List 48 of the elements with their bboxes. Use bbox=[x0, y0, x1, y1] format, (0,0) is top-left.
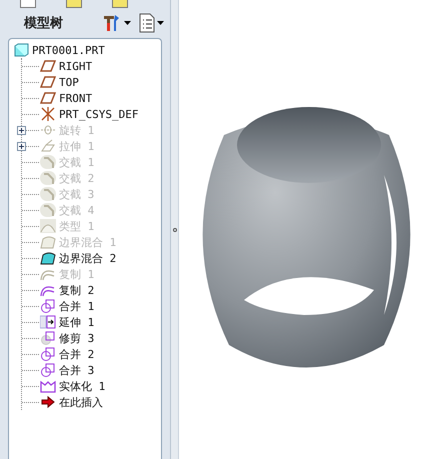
caret-icon bbox=[157, 21, 164, 25]
datum-plane-icon bbox=[40, 91, 56, 105]
extend-icon bbox=[40, 315, 56, 329]
surface-icon bbox=[40, 219, 56, 233]
merge-icon bbox=[40, 347, 56, 361]
tree-item[interactable]: 修剪 3 bbox=[40, 330, 94, 346]
merge-icon bbox=[40, 299, 56, 313]
expand-plus-icon[interactable] bbox=[17, 142, 26, 151]
tree-item[interactable]: PRT0001.PRT bbox=[13, 42, 161, 58]
extrude-icon bbox=[40, 139, 56, 153]
datum-plane-icon bbox=[40, 75, 56, 89]
panel-title: 模型树 bbox=[24, 15, 63, 32]
caret-icon bbox=[124, 21, 131, 25]
boundary-blend-icon bbox=[40, 235, 56, 249]
list-document-icon bbox=[139, 13, 155, 33]
tree-item[interactable]: 延伸 1 bbox=[40, 314, 94, 330]
intersect-curve-icon bbox=[40, 203, 56, 217]
solidify-icon bbox=[40, 379, 56, 393]
revolve-icon bbox=[40, 123, 56, 137]
intersect-curve-icon bbox=[40, 187, 56, 201]
tree-item[interactable]: TOP bbox=[40, 75, 79, 89]
tree-item[interactable]: 边界混合 2 bbox=[40, 250, 116, 266]
datum-plane-icon bbox=[40, 59, 56, 73]
tree-item[interactable]: 实体化 1 bbox=[40, 378, 106, 394]
tree-item[interactable]: 在此插入 bbox=[40, 394, 103, 410]
trim-icon bbox=[40, 331, 56, 345]
folder-tab[interactable] bbox=[112, 0, 128, 8]
merge-icon bbox=[40, 363, 56, 377]
intersect-curve-icon bbox=[40, 171, 56, 185]
boundary-blend-icon bbox=[40, 251, 56, 265]
tree-item[interactable]: FRONT bbox=[40, 91, 92, 105]
settings-dropdown-button[interactable] bbox=[139, 13, 164, 33]
folder-tab[interactable] bbox=[66, 0, 82, 8]
hammer-wrench-icon bbox=[102, 13, 122, 33]
folder-tab[interactable] bbox=[20, 0, 36, 8]
part-cube-icon bbox=[13, 43, 29, 57]
tools-dropdown-button[interactable] bbox=[102, 13, 131, 33]
tree-item[interactable]: PRT_CSYS_DEF bbox=[40, 107, 138, 121]
tree-item[interactable]: 合并 2 bbox=[40, 346, 94, 362]
intersect-curve-icon bbox=[40, 155, 56, 169]
tree-item[interactable]: 合并 3 bbox=[40, 362, 94, 378]
tree-item[interactable]: 复制 2 bbox=[40, 282, 94, 298]
tree-item[interactable]: RIGHT bbox=[40, 59, 92, 73]
coordinate-system-icon bbox=[40, 107, 56, 121]
expand-plus-icon[interactable] bbox=[17, 126, 26, 135]
splitter-handle[interactable] bbox=[171, 0, 179, 459]
insert-arrow-icon bbox=[40, 395, 56, 409]
tree-item[interactable]: 合并 1 bbox=[40, 298, 94, 314]
